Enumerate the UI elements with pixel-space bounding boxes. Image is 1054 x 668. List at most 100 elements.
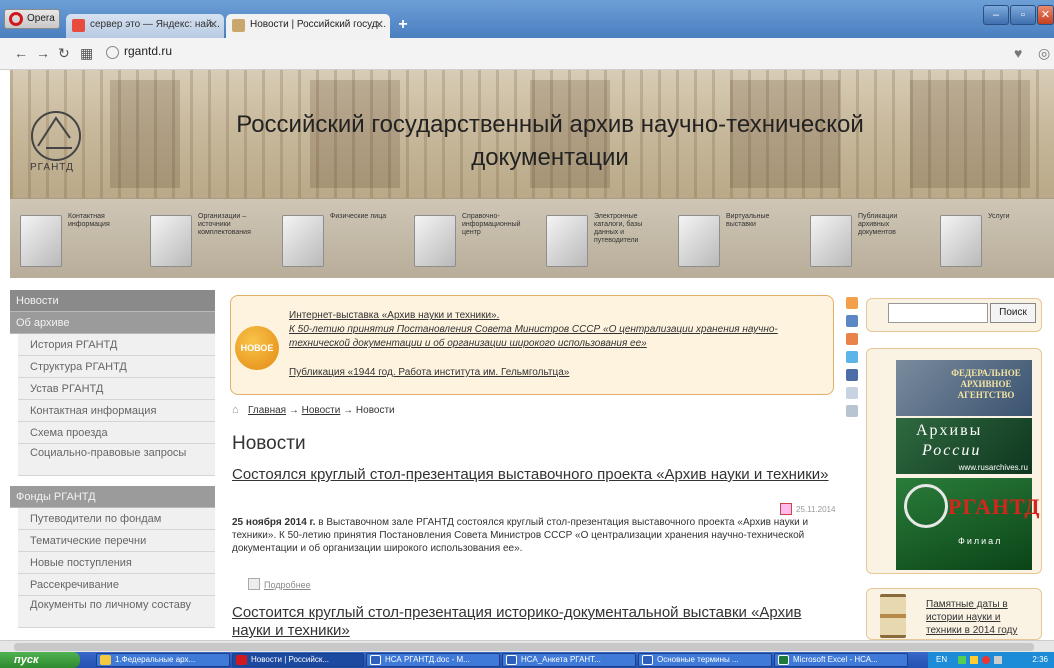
memorable-dates-link[interactable]: Памятные даты в истории науки и техники … [926,598,1036,637]
nav-virtual-exhibitions[interactable]: Виртуальные выставки [668,207,793,273]
sidebar-item-news[interactable]: Новости [10,290,215,312]
sidebar-item-guides[interactable]: Путеводители по фондам [18,508,215,530]
sidebar-item-new-arrivals[interactable]: Новые поступления [18,552,215,574]
taskbar-item-label: НСА РГАНТД.doc - М... [385,655,470,664]
taskbar-item-word-2[interactable]: НСА_Анкета РГАНТ... [502,653,636,667]
archives-of-russia-banner[interactable]: Архивы России www.rusarchives.ru [896,418,1032,474]
rgantd-branch-banner[interactable]: РГАНТД Филиал [896,478,1039,570]
breadcrumb-separator: → [288,405,299,416]
sidebar-item-social-requests[interactable]: Социально-правовые запросы [18,444,215,476]
read-more-link[interactable]: Подробнее [264,580,311,590]
extensions-icon[interactable]: ◎ [1038,45,1050,62]
taskbar-item-label: Основные термины ... [657,655,739,664]
speed-dial-icon[interactable]: ▦ [80,45,93,62]
sidebar-item-funds[interactable]: Фонды РГАНТД [10,486,215,508]
taskbar-item-word-1[interactable]: НСА РГАНТД.doc - М... [366,653,500,667]
rss-icon[interactable] [846,297,858,309]
facebook-icon[interactable] [846,369,858,381]
article-title-link[interactable]: Состоялся круглый стол-презентация выста… [232,466,832,484]
nav-label: Физические лица [330,213,387,220]
breadcrumb-home[interactable]: Главная [248,405,286,416]
new-tab-button[interactable]: + [393,16,413,34]
sidebar-item-structure[interactable]: Структура РГАНТД [18,356,215,378]
sidebar-menu: Новости Об архиве История РГАНТД Структу… [10,290,215,640]
address-field[interactable]: rgantd.ru [124,44,172,58]
start-button[interactable]: пуск [0,652,80,668]
opera-menu-button[interactable]: Opera [4,9,60,29]
breadcrumb-news[interactable]: Новости [302,405,341,416]
banner-shelf [110,80,180,188]
forward-icon[interactable]: → [36,45,50,61]
tab-label: Новости | Российский госуд... [250,19,386,30]
minimize-button[interactable]: – [983,5,1009,25]
tray-volume-icon[interactable] [994,656,1002,664]
tab-news-active[interactable]: Новости | Российский госуд... ✕ [226,14,390,38]
nav-services[interactable]: Услуги [930,207,1054,273]
sidebar-item-directions[interactable]: Схема проезда [18,422,215,444]
new-badge: НОВОЕ [235,326,279,370]
tab-yandex[interactable]: сервер это — Яндекс: най... ✕ [66,14,224,38]
site-info-icon[interactable] [106,46,119,59]
horizontal-scrollbar[interactable] [0,640,1054,652]
reference-icon [414,215,456,267]
sidebar-item-declassification[interactable]: Рассекречивание [18,574,215,596]
close-tab-icon[interactable]: ✕ [209,18,218,31]
anniversary-link[interactable]: К 50-летию принятия Постановления Совета… [289,323,819,351]
search-button[interactable]: Поиск [990,303,1036,323]
article-date: 25.11.2014 [796,505,836,514]
taskbar-item-word-3[interactable]: Основные термины ... [638,653,772,667]
article-lead-date: 25 ноября 2014 г. [232,517,316,528]
hourglass-ring-icon [904,484,948,528]
windows-taskbar: пуск 1.Федеральные арх... Новости | Росс… [0,652,1054,668]
sidebar-item-thematic-lists[interactable]: Тематические перечни [18,530,215,552]
word-icon [370,655,381,665]
nav-label: Организации – источники комплектования [198,213,251,236]
sidebar-item-about[interactable]: Об архиве [10,312,215,334]
nav-persons[interactable]: Физические лица [272,207,397,273]
rgantd-logo-icon[interactable] [26,108,84,164]
tray-security-icon[interactable] [970,656,978,664]
sidebar-item-contacts[interactable]: Контактная информация [18,400,215,422]
nav-organizations[interactable]: Организации – источники комплектования [140,207,265,273]
exhibition-link[interactable]: Интернет-выставка «Архив науки и техники… [289,309,819,323]
scrollbar-thumb[interactable] [14,643,1034,651]
nav-label: Контактная информация [68,213,110,228]
documents-icon [810,215,852,267]
close-tab-icon[interactable]: ✕ [375,18,384,31]
clock[interactable]: 2:36 [1032,652,1048,668]
language-indicator[interactable]: EN [936,655,947,664]
archives-banner-line2: России [922,442,982,459]
nav-electronic-catalogs[interactable]: Электронные каталоги, базы данных и путе… [536,207,661,273]
back-icon[interactable]: ← [14,45,28,61]
ok-icon[interactable] [846,333,858,345]
taskbar-item-opera[interactable]: Новости | Российск... [232,653,364,667]
article-title-link[interactable]: Состоится круглый стол-презентация истор… [232,604,832,640]
nav-publications[interactable]: Публикации архивных документов [800,207,925,273]
icon-navigation: Контактная информация Организации – исто… [10,198,1054,278]
taskbar-item-excel[interactable]: Microsoft Excel - НСА... [774,653,908,667]
tray-opera-icon[interactable] [982,656,990,664]
site-banner: РГАНТД Российский государственный архив … [10,70,1054,198]
search-input[interactable] [888,303,988,323]
taskbar-item-folder[interactable]: 1.Федеральные арх... [96,653,230,667]
federal-archive-text: ФЕДЕРАЛЬНОЕ АРХИВНОЕ АГЕНТСТВО [951,368,1021,400]
maximize-button[interactable]: ▫ [1010,5,1036,25]
taskbar-item-label: 1.Федеральные арх... [115,655,196,664]
close-window-button[interactable]: ✕ [1037,5,1054,25]
publication-link[interactable]: Публикация «1944 год. Работа института и… [289,366,819,380]
twitter-icon[interactable] [846,351,858,363]
nav-reference-center[interactable]: Справочно-информационный центр [404,207,529,273]
nav-contact-info[interactable]: Контактная информация [10,207,135,273]
browser-titlebar: Opera сервер это — Яндекс: най... ✕ Ново… [0,0,1054,38]
vk-icon[interactable] [846,315,858,327]
sidebar-item-charter[interactable]: Устав РГАНТД [18,378,215,400]
sidebar-item-history[interactable]: История РГАНТД [18,334,215,356]
sidebar-item-personnel-docs[interactable]: Документы по личному составу [18,596,215,628]
reload-icon[interactable]: ↻ [58,45,70,62]
federal-archive-banner[interactable]: ФЕДЕРАЛЬНОЕ АРХИВНОЕ АГЕНТСТВО [896,360,1032,416]
heart-icon[interactable]: ♥ [1014,45,1022,61]
mail-icon[interactable] [846,405,858,417]
livejournal-icon[interactable] [846,387,858,399]
tray-network-icon[interactable] [958,656,966,664]
more-icon [248,578,260,590]
